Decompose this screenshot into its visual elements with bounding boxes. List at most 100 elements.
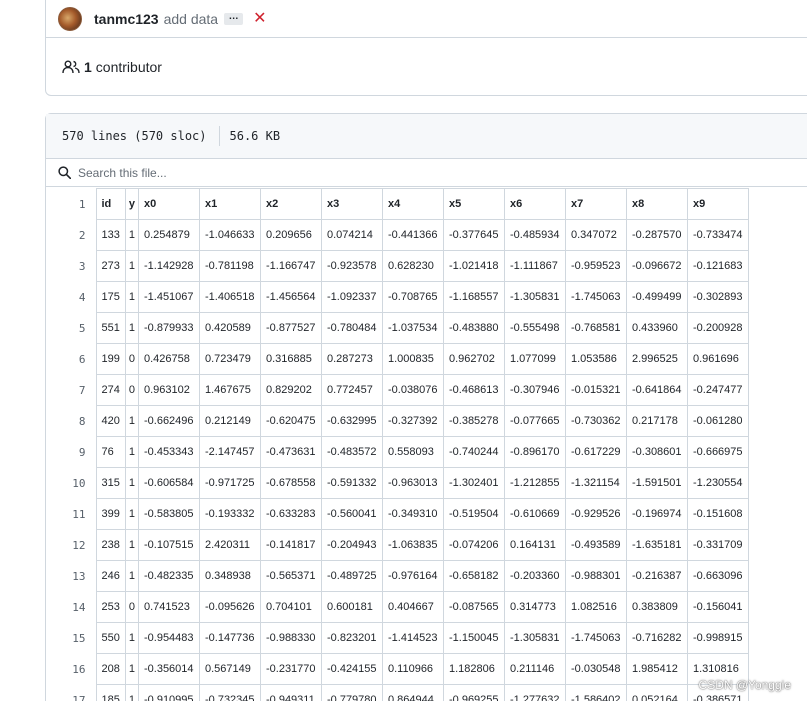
- line-number[interactable]: 7: [46, 375, 96, 406]
- table-cell: -0.231770: [259, 653, 322, 685]
- table-cell: 1: [124, 560, 139, 592]
- table-cell: 1: [124, 281, 139, 313]
- line-number[interactable]: 5: [46, 313, 96, 344]
- table-cell: -0.356014: [137, 653, 200, 685]
- table-cell: 0.963102: [137, 374, 200, 406]
- line-number[interactable]: 10: [46, 468, 96, 499]
- table-cell: -0.768581: [564, 312, 627, 344]
- table-cell: -0.307946: [503, 374, 566, 406]
- table-cell: 1.985412: [625, 653, 688, 685]
- table-cell: -1.168557: [442, 281, 505, 313]
- line-number[interactable]: 4: [46, 282, 96, 313]
- table-cell: -1.456564: [259, 281, 322, 313]
- table-cell: 133: [95, 219, 126, 251]
- table-cell: -0.959523: [564, 250, 627, 282]
- table-cell: -0.929526: [564, 498, 627, 530]
- line-number[interactable]: 16: [46, 654, 96, 685]
- divider: [218, 126, 220, 146]
- table-cell: -0.074206: [442, 529, 505, 561]
- table-cell: 185: [95, 684, 126, 701]
- table-cell: 0.254879: [137, 219, 200, 251]
- file-search-bar: [46, 159, 807, 187]
- table-row: 14 253 0 0.741523 -0.095626 0.704101 0.600181 0…: [46, 591, 749, 623]
- table-cell: -0.733474: [686, 219, 749, 251]
- table-cell: 420: [95, 405, 126, 437]
- table-cell: -0.493589: [564, 529, 627, 561]
- table-cell: 0.420589: [198, 312, 261, 344]
- line-number[interactable]: 1: [46, 189, 96, 220]
- table-row: 16 208 1 -0.356014 0.567149 -0.231770 -0.42415…: [46, 653, 749, 685]
- table-cell: -0.441366: [381, 219, 444, 251]
- table-cell: 0.864944: [381, 684, 444, 701]
- line-number[interactable]: 3: [46, 251, 96, 282]
- table-cell: -0.483572: [320, 436, 383, 468]
- commit-author[interactable]: tanmc123: [94, 11, 159, 27]
- table-cell: -0.095626: [198, 591, 261, 623]
- table-cell: -0.632995: [320, 405, 383, 437]
- table-cell: 0: [124, 374, 139, 406]
- table-row: 13 246 1 -0.482335 0.348938 -0.565371 -0.48972…: [46, 560, 749, 592]
- table-cell: -1.063835: [381, 529, 444, 561]
- table-cell: -0.780484: [320, 312, 383, 344]
- contributor-label: contributor: [95, 59, 162, 75]
- table-cell: -0.038076: [381, 374, 444, 406]
- expand-commit-button[interactable]: …: [224, 12, 244, 25]
- column-header: x4: [381, 188, 444, 220]
- line-number[interactable]: 8: [46, 406, 96, 437]
- table-cell: 1: [124, 250, 139, 282]
- table-cell: 175: [95, 281, 126, 313]
- table-cell: -0.896170: [503, 436, 566, 468]
- table-cell: -0.716282: [625, 622, 688, 654]
- contributors-row[interactable]: 1 contributor: [46, 39, 162, 95]
- table-cell: -0.678558: [259, 467, 322, 499]
- column-header: x1: [198, 188, 261, 220]
- table-cell: 1: [124, 653, 139, 685]
- table-cell: -0.633283: [259, 498, 322, 530]
- avatar[interactable]: [58, 7, 82, 31]
- line-number[interactable]: 17: [46, 685, 96, 701]
- table-cell: -0.658182: [442, 560, 505, 592]
- table-cell: -0.988330: [259, 622, 322, 654]
- column-header: id: [95, 188, 126, 220]
- table-cell: -0.141817: [259, 529, 322, 561]
- table-cell: -1.230554: [686, 467, 749, 499]
- table-cell: 1: [124, 436, 139, 468]
- table-cell: 0.772457: [320, 374, 383, 406]
- line-number[interactable]: 6: [46, 344, 96, 375]
- table-row: 3 273 1 -1.142928 -0.781198 -1.166747 -0.92357…: [46, 250, 749, 282]
- column-header: x8: [625, 188, 688, 220]
- search-input[interactable]: [78, 165, 378, 180]
- table-cell: -1.305831: [503, 622, 566, 654]
- table-cell: -1.212855: [503, 467, 566, 499]
- table-cell: -0.565371: [259, 560, 322, 592]
- table-cell: 1: [124, 405, 139, 437]
- table-cell: -0.610669: [503, 498, 566, 530]
- line-number[interactable]: 12: [46, 530, 96, 561]
- file-info-bar: 570 lines (570 sloc) 56.6 KB: [46, 114, 807, 159]
- line-number[interactable]: 13: [46, 561, 96, 592]
- line-number[interactable]: 14: [46, 592, 96, 623]
- table-cell: -0.781198: [198, 250, 261, 282]
- table-cell: -1.166747: [259, 250, 322, 282]
- csv-table: 1 id y x0 x1 x2 x3 x4 x5 x6 x7 x8 x9 2 13…: [46, 188, 749, 701]
- x-icon[interactable]: ✕: [253, 11, 266, 27]
- line-number[interactable]: 15: [46, 623, 96, 654]
- commit-message[interactable]: add data: [164, 11, 219, 27]
- table-cell: -0.583805: [137, 498, 200, 530]
- table-cell: -0.030548: [564, 653, 627, 685]
- column-header: y: [124, 188, 139, 220]
- line-number[interactable]: 9: [46, 437, 96, 468]
- column-header: x7: [564, 188, 627, 220]
- table-cell: 0.110966: [381, 653, 444, 685]
- table-cell: 76: [95, 436, 126, 468]
- line-number[interactable]: 2: [46, 220, 96, 251]
- table-cell: -0.200928: [686, 312, 749, 344]
- table-cell: -0.482335: [137, 560, 200, 592]
- table-cell: -0.216387: [625, 560, 688, 592]
- table-cell: -1.635181: [625, 529, 688, 561]
- table-cell: -0.641864: [625, 374, 688, 406]
- table-cell: -1.277632: [503, 684, 566, 701]
- column-header: x3: [320, 188, 383, 220]
- line-number[interactable]: 11: [46, 499, 96, 530]
- table-cell: 550: [95, 622, 126, 654]
